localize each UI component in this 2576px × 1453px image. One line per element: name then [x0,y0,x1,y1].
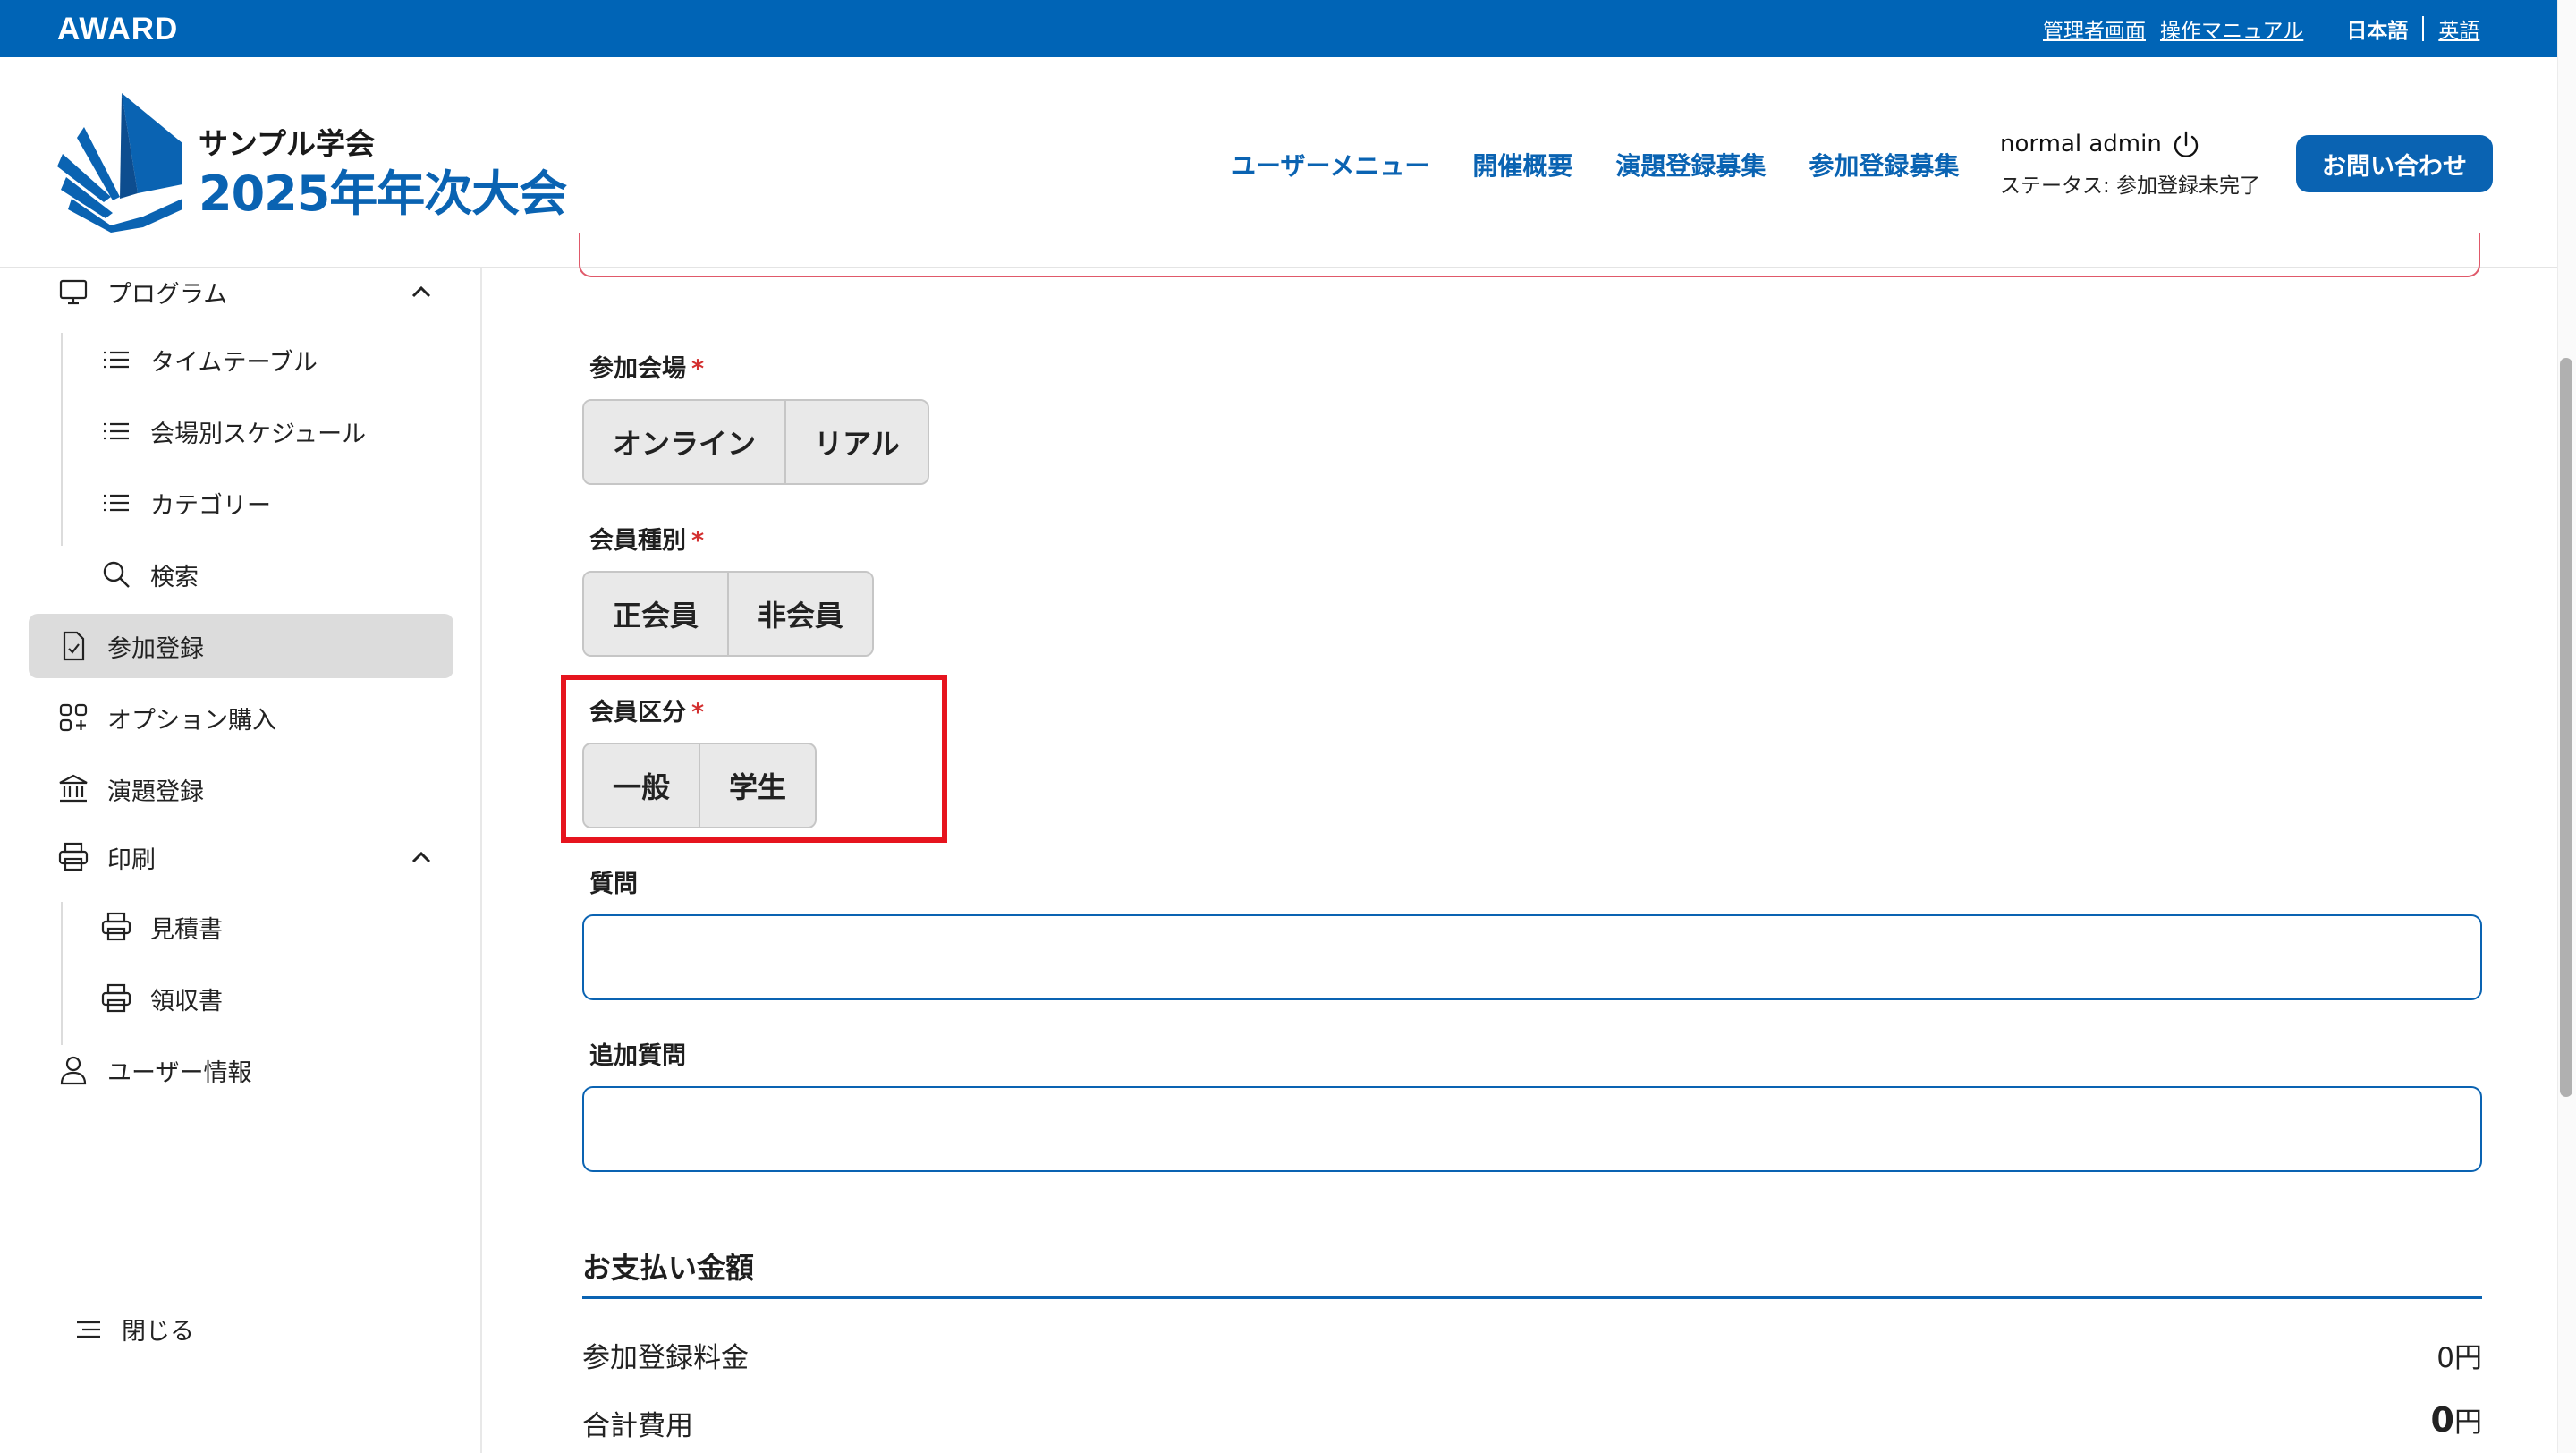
registration-fee-label: 参加登録料金 [582,1342,749,1374]
regular-member-button[interactable]: 正会員 [584,573,729,655]
list-icon [104,494,129,512]
error-field-edge[interactable] [579,233,2480,277]
required-mark: * [691,527,705,555]
venue-online-button[interactable]: オンライン [584,401,786,483]
sidebar-item-venue-schedule[interactable]: 会場別スケジュール [100,410,366,453]
sidebar-item-label: ユーザー情報 [107,1058,252,1087]
chevron-up-icon[interactable] [408,279,435,306]
user-icon [60,1056,87,1085]
nav-user-menu[interactable]: ユーザーメニュー [1231,147,1429,183]
contact-button[interactable]: お問い合わせ [2296,135,2493,192]
printer-icon [58,842,89,871]
registration-form: 参加会場 * オンライン リアル 会員種別 * 正会員 非会員 会員区分 * 一般 学… [484,233,2557,1453]
sidebar-item-quotation[interactable]: 見積書 [100,905,223,948]
list-icon [104,351,129,369]
member-class-selector: 一般 学生 [582,743,817,828]
sidebar-item-label: 見積書 [150,915,223,944]
submenu-guide-line [61,333,63,546]
general-button[interactable]: 一般 [584,744,700,827]
required-mark: * [691,355,705,383]
language-english-link[interactable]: 英語 [2438,13,2479,44]
sidebar: プログラム タイムテーブル 会場別スケジュール カテゴリー 検索 参加登録 オプ… [0,268,482,1453]
top-links: 管理者画面 操作マニュアル 日本語 英語 [2043,13,2479,45]
member-type-selector: 正会員 非会員 [582,571,874,657]
sidebar-item-label: 参加登録 [107,634,204,663]
document-check-icon [63,631,85,661]
venue-label: 参加会場 * [589,355,705,383]
nav-abstract-call[interactable]: 演題登録募集 [1615,147,1766,183]
total-value: 0円 [2430,1400,2482,1440]
sidebar-item-label: 会場別スケジュール [150,420,367,448]
chevron-up-icon[interactable] [408,845,435,871]
sidebar-item-receipt[interactable]: 領収書 [100,977,223,1020]
top-bar: AWARD 管理者画面 操作マニュアル 日本語 英語 [0,0,2557,57]
nav-overview[interactable]: 開催概要 [1472,147,1572,183]
user-status: ステータス: 参加登録未完了 [2000,174,2261,198]
menu-collapse-icon [77,1321,100,1338]
sidebar-item-label: 領収書 [150,987,223,1015]
apps-add-icon [59,703,88,732]
sidebar-item-label: プログラム [107,280,228,309]
power-icon[interactable] [2170,129,2202,161]
language-divider [2422,16,2425,41]
member-class-label: 会員区分 * [589,699,705,726]
printer-icon [101,983,131,1013]
sidebar-item-category[interactable]: カテゴリー [100,481,271,524]
sidebar-item-search[interactable]: 検索 [100,553,199,596]
payment-divider [582,1296,2482,1299]
sidebar-item-registration[interactable]: 参加登録 [57,625,204,667]
sidebar-item-label: 検索 [150,563,199,591]
required-mark: * [691,699,705,726]
question-input[interactable] [582,914,2482,1000]
close-label: 閉じる [122,1318,194,1346]
sidebar-close-button[interactable]: 閉じる [73,1312,194,1347]
student-button[interactable]: 学生 [700,744,815,827]
manual-link[interactable]: 操作マニュアル [2160,13,2303,44]
sidebar-item-label: タイムテーブル [150,348,318,377]
conference-logo-icon[interactable] [57,91,197,233]
total-label: 合計費用 [582,1410,693,1442]
payment-section-title: お支払い金額 [582,1251,755,1285]
nav-registration-call[interactable]: 参加登録募集 [1809,147,1959,183]
registration-fee-value: 0円 [2436,1342,2482,1374]
sidebar-item-user-info[interactable]: ユーザー情報 [57,1049,251,1092]
submenu-guide-line [61,902,63,1045]
brand-logo[interactable]: AWARD [57,12,178,47]
question-label: 質問 [589,871,638,898]
sidebar-item-print[interactable]: 印刷 [57,836,156,879]
additional-question-input[interactable] [582,1086,2482,1172]
sidebar-item-label: オプション購入 [107,706,276,735]
bank-icon [59,774,88,803]
language-current: 日本語 [2346,20,2409,43]
member-type-label: 会員種別 * [589,527,705,555]
sidebar-item-label: カテゴリー [150,491,271,520]
admin-screen-link[interactable]: 管理者画面 [2043,13,2146,44]
non-member-button[interactable]: 非会員 [729,573,872,655]
user-name: normal admin [2000,131,2162,157]
additional-question-label: 追加質問 [589,1042,686,1070]
sidebar-item-label: 演題登録 [107,777,204,806]
venue-selector: オンライン リアル [582,399,929,485]
sidebar-item-option-purchase[interactable]: オプション購入 [57,696,276,739]
search-icon [103,561,130,588]
list-icon [104,422,129,440]
printer-icon [101,912,131,941]
main-nav: ユーザーメニュー 開催概要 演題登録募集 参加登録募集 [1231,147,1959,183]
page-scrollbar-thumb[interactable] [2560,358,2572,1097]
sidebar-item-timetable[interactable]: タイムテーブル [100,338,318,381]
venue-real-button[interactable]: リアル [786,401,928,483]
sidebar-item-abstract-registration[interactable]: 演題登録 [57,768,204,811]
sidebar-item-label: 印刷 [107,845,156,874]
conference-title: 2025年年次大会 [199,166,567,222]
monitor-icon [59,279,88,305]
sidebar-item-program[interactable]: プログラム [57,270,227,313]
